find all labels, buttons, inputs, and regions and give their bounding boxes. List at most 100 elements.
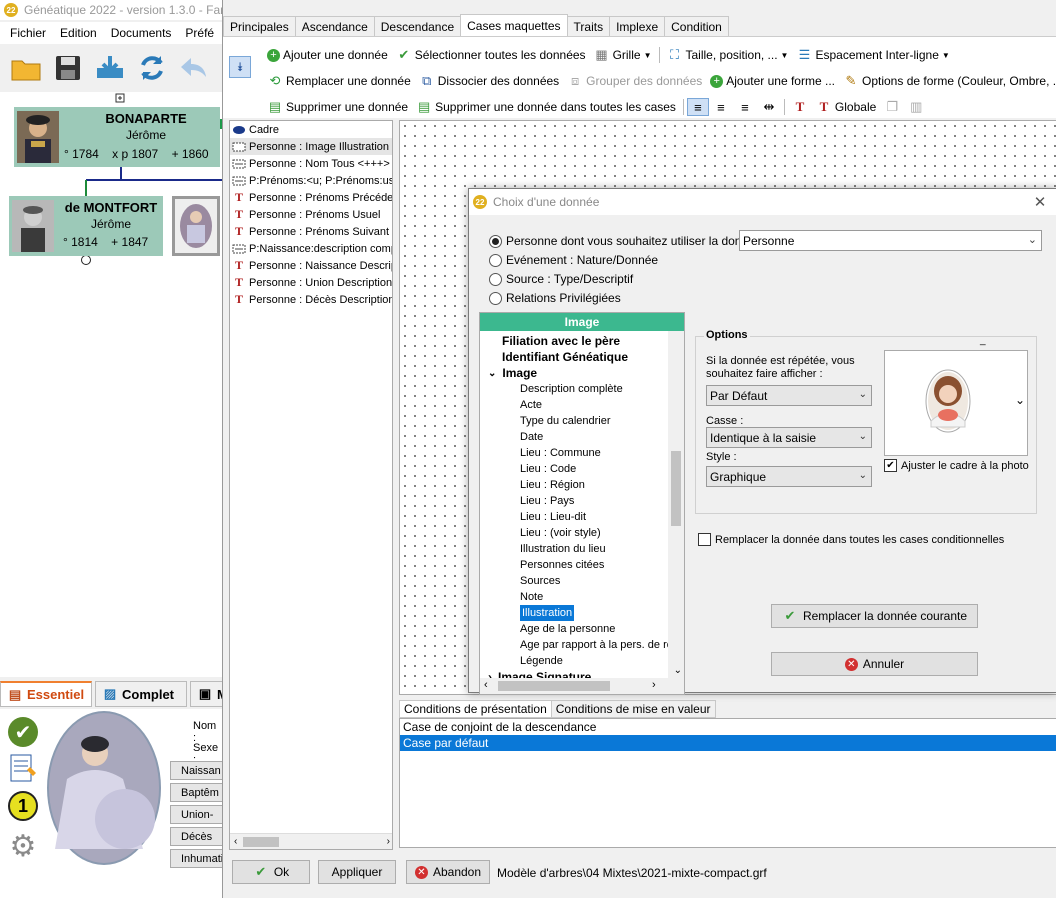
tree-node-selected[interactable]: Illustration [520,605,575,621]
tree-node[interactable]: Personnes citées [520,557,604,573]
close-icon[interactable]: ✕ [1030,192,1050,212]
open-folder-icon[interactable] [10,52,42,84]
replace-current-button[interactable]: ✔ Remplacer la donnée courante [771,604,978,628]
dissociate-data-button[interactable]: ⧉ Dissocier des données [415,73,563,89]
collapse-toolbar-button[interactable]: ⯯ [229,56,251,78]
scroll-right-icon[interactable]: › [387,836,390,847]
tree-node[interactable]: Lieu : Lieu-dit [520,509,586,525]
menu-edition[interactable]: Edition [60,26,97,40]
tab-condition[interactable]: Condition [664,16,729,36]
gear-icon[interactable]: ⚙ [6,829,40,863]
tree-node[interactable]: Type du calendrier [520,413,611,429]
tree-node[interactable]: Age de la personne [520,621,615,637]
add-shape-button[interactable]: + Ajouter une forme ... [706,74,839,88]
apply-button[interactable]: Appliquer [318,860,396,884]
scroll-thumb[interactable] [671,451,681,526]
scroll-right-icon[interactable]: › [652,679,656,691]
list-item[interactable]: P:Naissance:description comp [230,240,392,257]
text-style-button[interactable]: T [788,99,812,115]
tree-node[interactable]: Date [520,429,543,445]
list-item[interactable]: Personne : Nom Tous <+++> [230,155,392,172]
scroll-left-icon[interactable]: ‹ [484,679,488,691]
copy-button[interactable]: ❐ [880,99,904,115]
tree-node[interactable]: Acte [520,397,542,413]
align-left-button[interactable]: ≡ [686,98,709,116]
replace-all-checkbox[interactable]: Remplacer la donnée dans toutes les case… [698,533,1004,546]
case-select[interactable]: Identique à la saisie ⌄ [706,427,872,448]
tree-node[interactable]: Filiation avec le père [502,333,620,349]
scroll-left-icon[interactable]: ‹ [234,836,237,847]
download-icon[interactable] [94,52,126,84]
chevron-down-icon[interactable]: ⌄ [1015,393,1025,407]
paste-button[interactable]: ▥ [904,99,928,115]
radio-relations[interactable]: Relations Privilégiées [489,289,621,307]
tree-node[interactable]: Lieu : Code [520,461,576,477]
add-data-button[interactable]: + Ajouter une donnée [263,48,392,62]
tree-node[interactable]: Lieu : Pays [520,493,574,509]
list-item[interactable]: T Personne : Prénoms Usuel [230,206,392,223]
group-data-button[interactable]: ⧈ Grouper des données [563,73,706,89]
condition-item[interactable]: Case de conjoint de la descendance [400,719,1056,735]
list-item[interactable]: P:Prénoms:<u; P:Prénoms:us [230,172,392,189]
menu-fichier[interactable]: Fichier [10,26,46,40]
save-icon[interactable] [52,52,84,84]
delete-all-button[interactable]: ▤ Supprimer une donnée dans toutes les ca… [412,99,680,115]
tab-ascendance[interactable]: Ascendance [294,16,375,36]
expand-chevron-icon[interactable]: ⌄ [488,368,496,379]
refresh-icon[interactable] [136,52,168,84]
line-spacing-dropdown[interactable]: ☰ Espacement Inter-ligne ▼ [792,47,953,63]
person-card-montfort[interactable]: de MONTFORT Jérôme ° 1814 + 1847 [9,196,163,256]
check-icon[interactable]: ✔ [8,717,38,747]
scroll-thumb[interactable] [498,681,610,691]
tree-node[interactable]: ⌄ Image [488,365,537,381]
spouse-card[interactable] [172,196,220,256]
replace-data-button[interactable]: ⟲ Remplacer une donnée [263,73,415,89]
tree-node[interactable]: Lieu : Région [520,477,585,493]
tab-presentation-conditions[interactable]: Conditions de présentation [399,700,552,718]
list-item[interactable]: T Personne : Prénoms Suivant u [230,223,392,240]
radio-person[interactable]: Personne dont vous souhaitez utiliser la… [489,232,762,250]
tree-node[interactable]: Identifiant Généatique [502,349,628,365]
tree-node[interactable]: Note [520,589,543,605]
button-naissance[interactable]: Naissan [170,761,226,780]
button-inhumation[interactable]: Inhumati [170,849,226,868]
size-position-dropdown[interactable]: ⛶ Taille, position, ... ▼ [663,47,793,63]
tab-complet[interactable]: ▨ Complet [95,681,187,707]
image-preview[interactable]: ⌄ [884,350,1028,456]
repeat-select[interactable]: Par Défaut ⌄ [706,385,872,406]
tab-descendance[interactable]: Descendance [373,16,462,36]
ok-button[interactable]: ✔ Ok [232,860,310,884]
tab-essentiel[interactable]: ▤ Essentiel [0,681,92,707]
tab-principales[interactable]: Principales [223,16,296,36]
button-union[interactable]: Union- [170,805,226,824]
tab-cases-maquettes[interactable]: Cases maquettes [460,14,568,36]
scroll-down-icon[interactable]: ⌄ [674,665,682,676]
person-card-bonaparte[interactable]: BONAPARTE Jérôme ° 1784 x p 1807 + 1860 [14,107,220,167]
list-item[interactable]: Cadre [230,121,392,138]
number-one-icon[interactable]: 1 [8,791,38,821]
align-right-button[interactable]: ≡ [733,99,757,115]
align-center-button[interactable]: ≡ [709,99,733,115]
list-item[interactable]: T Personne : Décès Description [230,291,392,308]
list-horizontal-scrollbar[interactable]: ‹ › [230,833,392,849]
shape-options-button[interactable]: ✎ Options de forme (Couleur, Ombre, ...) [839,73,1056,89]
tree-node[interactable]: Sources [520,573,560,589]
tab-implexe[interactable]: Implexe [609,16,666,36]
tree-vertical-scrollbar[interactable] [668,331,684,678]
tab-highlight-conditions[interactable]: Conditions de mise en valeur [550,700,716,718]
tree-node[interactable]: Description complète [520,381,623,397]
tree-node[interactable]: Age par rapport à la pers. de ré [520,637,673,653]
style-select[interactable]: Graphique ⌄ [706,466,872,487]
tab-traits[interactable]: Traits [566,16,611,36]
tree-node[interactable]: Légende [520,653,563,669]
list-item[interactable]: Personne : Image Illustration [230,138,392,155]
radio-event[interactable]: Evénement : Nature/Donnée [489,251,658,269]
delete-data-button[interactable]: ▤ Supprimer une donnée [263,99,412,115]
tree-node[interactable]: Lieu : (voir style) [520,525,601,541]
tree-node[interactable]: Illustration du lieu [520,541,606,557]
global-style-button[interactable]: T Globale [812,99,880,115]
tree-node[interactable]: Lieu : Commune [520,445,601,461]
fit-frame-checkbox[interactable]: ✔ Ajuster le cadre à la photo [884,459,1029,472]
undo-icon[interactable] [178,52,210,84]
cancel-button[interactable]: ✕ Annuler [771,652,978,676]
